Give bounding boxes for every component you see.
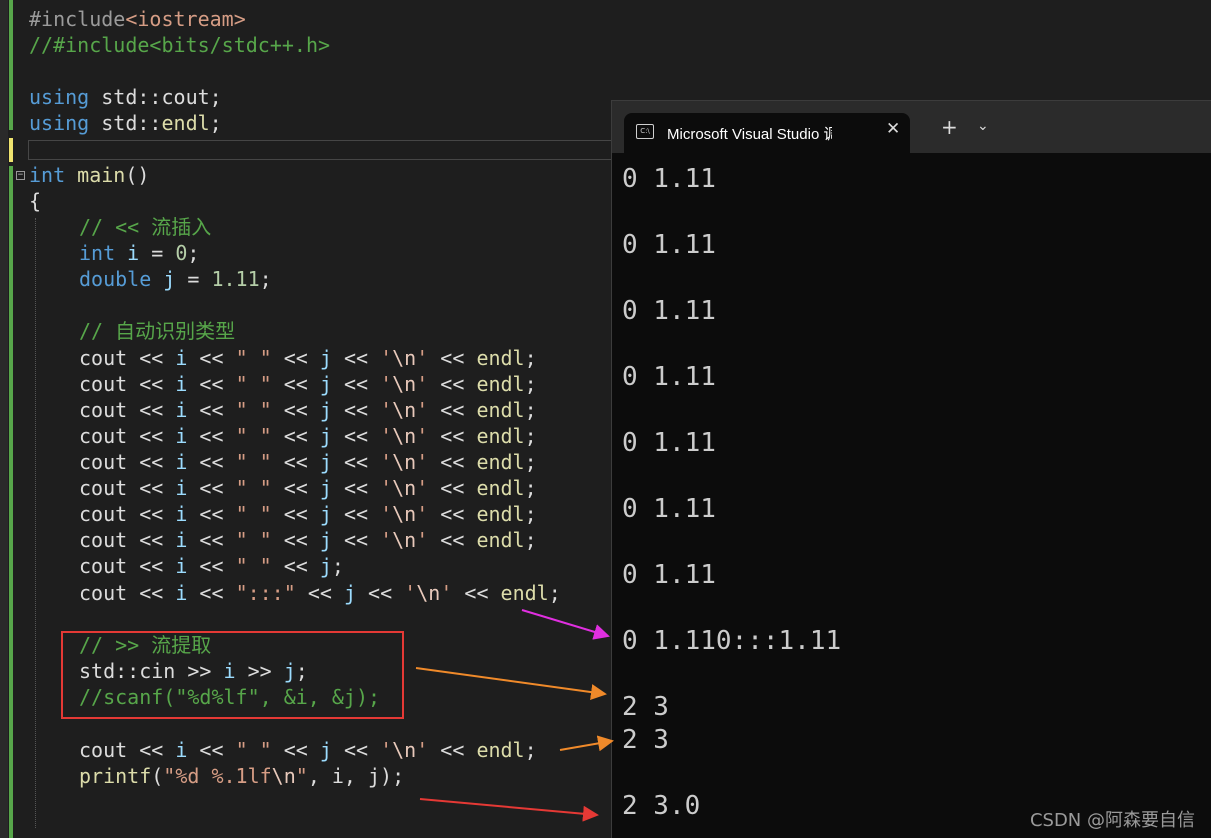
- annotation-arrow: [521, 609, 610, 640]
- annotation-arrows: [415, 609, 614, 822]
- annotation-arrow: [419, 798, 599, 822]
- watermark: CSDN @阿森要自信: [1029, 810, 1195, 831]
- annotation-arrow: [559, 735, 614, 752]
- annotation-arrow: [415, 667, 607, 701]
